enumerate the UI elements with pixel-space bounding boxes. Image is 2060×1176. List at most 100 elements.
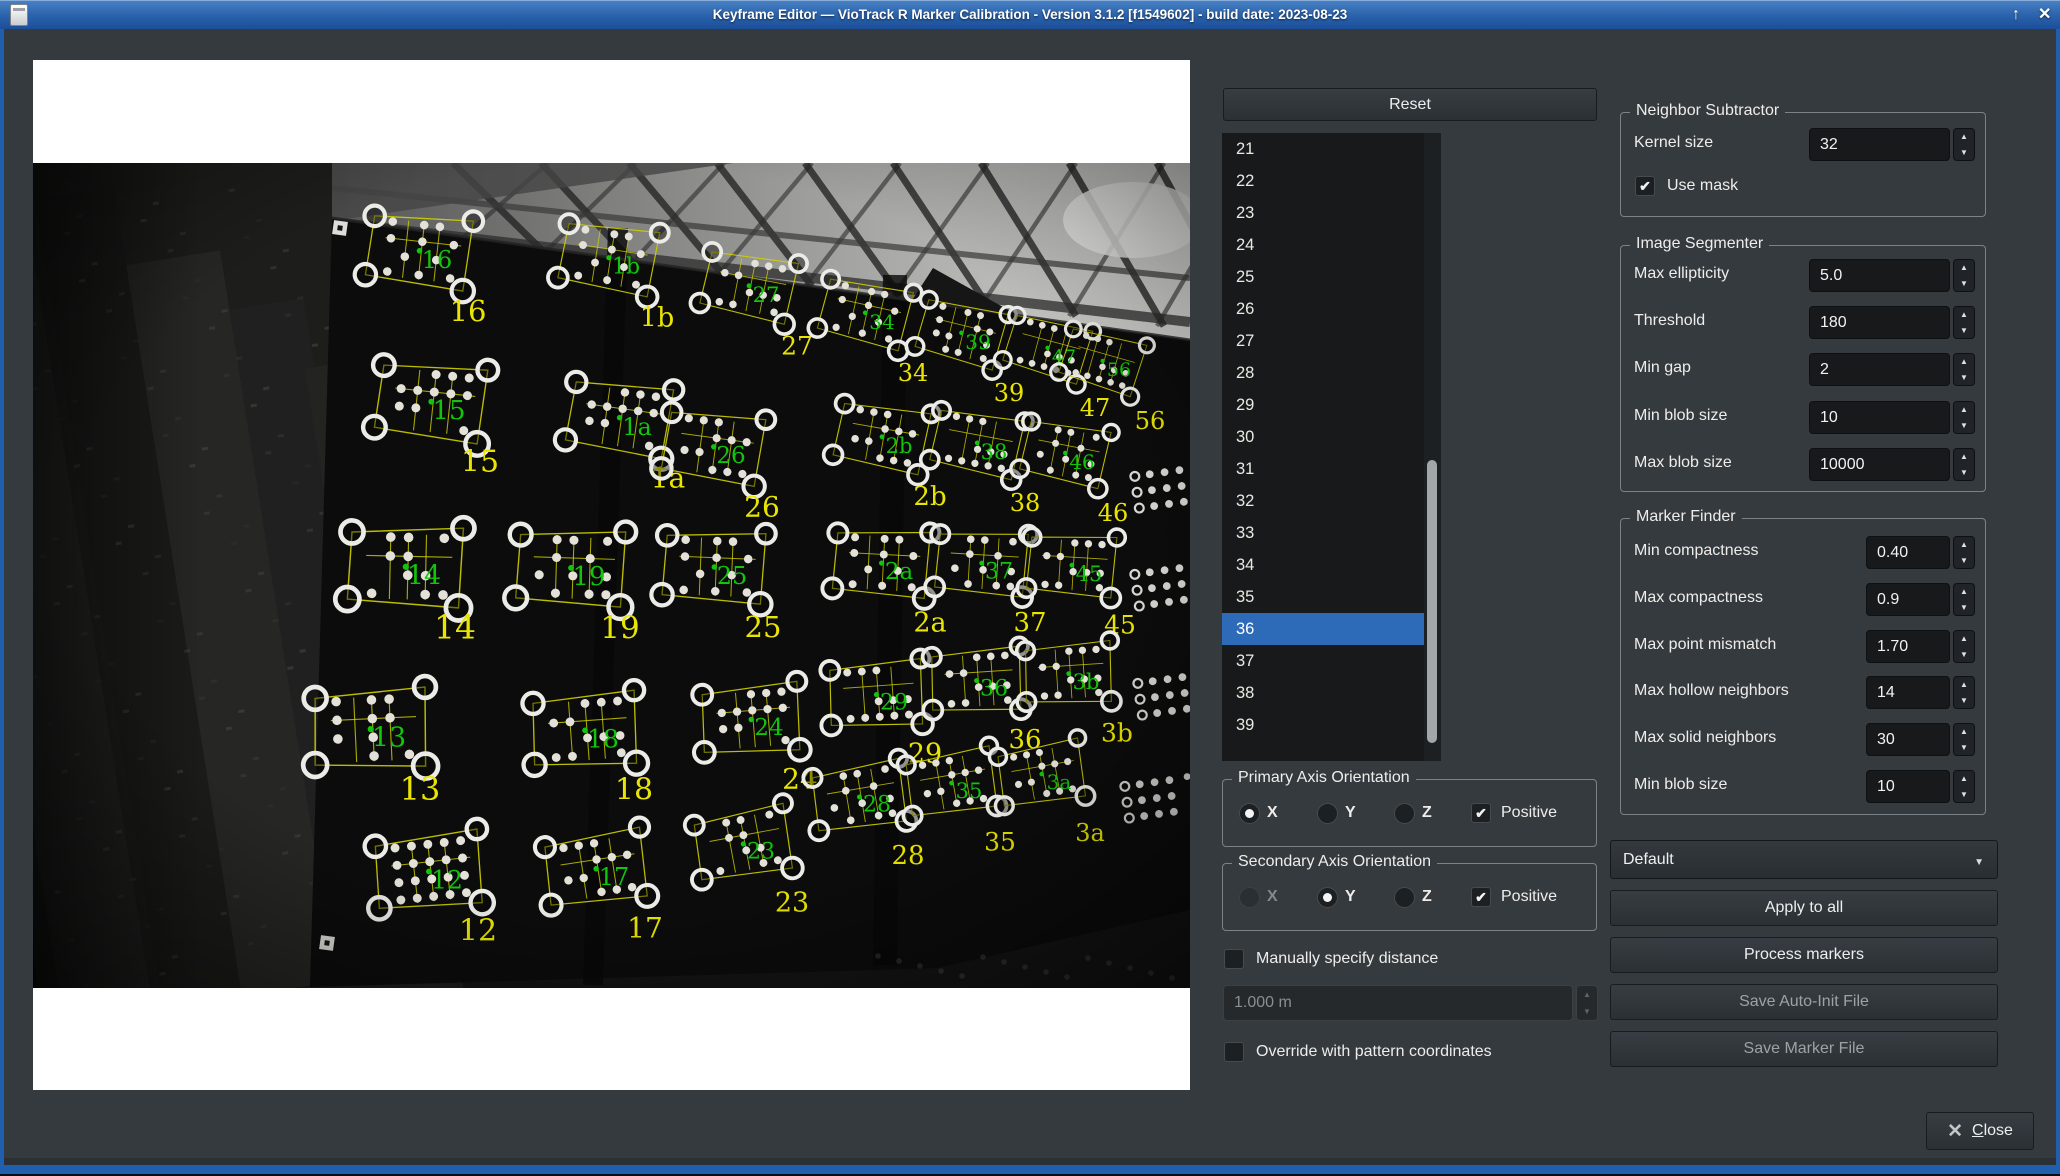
spin-down-button[interactable]: ▼: [1954, 465, 1974, 481]
spin-up-button[interactable]: ▲: [1954, 584, 1974, 600]
frame-list-item[interactable]: 37: [1222, 645, 1424, 677]
frame-list-item[interactable]: 31: [1222, 453, 1424, 485]
spin-up-button[interactable]: ▲: [1954, 771, 1974, 787]
spin-up-button[interactable]: ▲: [1954, 677, 1974, 693]
radio-secondary-y[interactable]: [1317, 887, 1338, 908]
manually-specify-distance-checkbox[interactable]: [1224, 949, 1244, 969]
radio-primary-y[interactable]: [1317, 803, 1338, 824]
frame-list-scrollbar[interactable]: [1424, 133, 1441, 761]
spin-buttons: ▲▼: [1953, 306, 1975, 339]
spin-down-button[interactable]: ▼: [1954, 740, 1974, 756]
value-spinbox[interactable]: 1.70▲▼: [1866, 630, 1975, 663]
value-spinbox[interactable]: 5.0▲▼: [1809, 259, 1975, 292]
frame-list-item[interactable]: 36: [1222, 613, 1424, 645]
radio-label-x: X: [1267, 804, 1278, 822]
apply-to-all-button[interactable]: Apply to all: [1610, 890, 1998, 926]
image-segmenter-title: Image Segmenter: [1630, 235, 1769, 253]
spin-down-button[interactable]: ▼: [1954, 418, 1974, 434]
value-spinbox[interactable]: 180▲▼: [1809, 306, 1975, 339]
shade-window-icon[interactable]: ↑: [2012, 0, 2020, 29]
use-mask-checkbox[interactable]: ✔: [1635, 176, 1655, 196]
value-spinbox[interactable]: 30▲▼: [1866, 723, 1975, 756]
spin-down-button[interactable]: ▼: [1954, 693, 1974, 709]
spin-up-button[interactable]: ▲: [1954, 307, 1974, 323]
spin-buttons: ▲▼: [1953, 583, 1975, 616]
titlebar[interactable]: Keyframe Editor — VioTrack R Marker Cali…: [0, 0, 2060, 29]
field-label: Min blob size: [1634, 407, 1727, 425]
value-spinbox[interactable]: 10▲▼: [1809, 401, 1975, 434]
radio-primary-z[interactable]: [1394, 803, 1415, 824]
frame-list-item[interactable]: 29: [1222, 389, 1424, 421]
camera-image-viewport[interactable]: 16161b1b2727343439394747565615151a1a2626…: [33, 60, 1190, 1090]
field-label: Min compactness: [1634, 542, 1759, 560]
frame-list-item[interactable]: 24: [1222, 229, 1424, 261]
value-spinbox[interactable]: 10▲▼: [1866, 770, 1975, 803]
spinbox-value: 1.70: [1866, 630, 1950, 663]
spin-down-button[interactable]: ▼: [1577, 1003, 1597, 1020]
reset-button[interactable]: Reset: [1223, 88, 1597, 121]
manually-specify-distance-label: Manually specify distance: [1256, 950, 1438, 968]
field-label: Max blob size: [1634, 454, 1732, 472]
spin-up-button[interactable]: ▲: [1954, 260, 1974, 276]
spin-up-button[interactable]: ▲: [1954, 354, 1974, 370]
spin-up-button[interactable]: ▲: [1954, 402, 1974, 418]
frame-list-item[interactable]: 23: [1222, 197, 1424, 229]
spin-down-button[interactable]: ▼: [1954, 323, 1974, 339]
frame-list[interactable]: 21222324252627282930313233343536373839: [1222, 133, 1441, 761]
field-label: Min gap: [1634, 359, 1691, 377]
spin-buttons: ▲▼: [1953, 630, 1975, 663]
frame-list-item[interactable]: 26: [1222, 293, 1424, 325]
frame-list-item[interactable]: 34: [1222, 549, 1424, 581]
value-spinbox[interactable]: 0.40▲▼: [1866, 536, 1975, 569]
close-window-icon[interactable]: ✕: [2038, 0, 2051, 29]
spin-down-button[interactable]: ▼: [1954, 600, 1974, 616]
scrollbar-thumb[interactable]: [1427, 460, 1437, 743]
frame-list-item[interactable]: 39: [1222, 709, 1424, 741]
frame-list-item[interactable]: 28: [1222, 357, 1424, 389]
save-auto-init-file-button[interactable]: Save Auto-Init File: [1610, 984, 1998, 1020]
override-pattern-coordinates-checkbox[interactable]: [1224, 1042, 1244, 1062]
secondary-positive-label: Positive: [1501, 888, 1557, 906]
frame-list-item[interactable]: 33: [1222, 517, 1424, 549]
neighbor-subtractor-title: Neighbor Subtractor: [1630, 102, 1785, 120]
spin-down-button[interactable]: ▼: [1954, 553, 1974, 569]
spin-down-button[interactable]: ▼: [1954, 276, 1974, 292]
frame-list-item[interactable]: 22: [1222, 165, 1424, 197]
radio-secondary-x[interactable]: [1239, 887, 1260, 908]
frame-list-item[interactable]: 27: [1222, 325, 1424, 357]
spin-buttons: ▲▼: [1953, 401, 1975, 434]
radio-primary-x[interactable]: [1239, 803, 1260, 824]
value-spinbox[interactable]: 32▲▼: [1809, 128, 1975, 161]
field-label: Max hollow neighbors: [1634, 682, 1789, 700]
frame-list-item[interactable]: 32: [1222, 485, 1424, 517]
frame-list-item[interactable]: 25: [1222, 261, 1424, 293]
radio-secondary-z[interactable]: [1394, 887, 1415, 908]
secondary-positive-checkbox[interactable]: ✔: [1471, 887, 1491, 907]
marker-finder-title: Marker Finder: [1630, 508, 1742, 526]
spin-down-button[interactable]: ▼: [1954, 647, 1974, 663]
spin-up-button[interactable]: ▲: [1954, 724, 1974, 740]
save-marker-file-button[interactable]: Save Marker File: [1610, 1031, 1998, 1067]
spin-up-button[interactable]: ▲: [1954, 631, 1974, 647]
value-spinbox[interactable]: 10000▲▼: [1809, 448, 1975, 481]
spin-up-button[interactable]: ▲: [1954, 449, 1974, 465]
frame-list-item[interactable]: 21: [1222, 133, 1424, 165]
value-spinbox[interactable]: 0.9▲▼: [1866, 583, 1975, 616]
preset-dropdown[interactable]: Default ▼: [1610, 840, 1998, 879]
frame-list-item[interactable]: 30: [1222, 421, 1424, 453]
spin-down-button[interactable]: ▼: [1954, 787, 1974, 803]
save-auto-init-file-label: Save Auto-Init File: [1739, 993, 1869, 1011]
process-markers-button[interactable]: Process markers: [1610, 937, 1998, 973]
close-button[interactable]: ✕ Close: [1926, 1112, 2034, 1150]
spin-up-button[interactable]: ▲: [1577, 986, 1597, 1003]
value-spinbox[interactable]: 14▲▼: [1866, 676, 1975, 709]
distance-spinbox[interactable]: 1.000 m ▲ ▼: [1223, 985, 1598, 1021]
frame-list-item[interactable]: 38: [1222, 677, 1424, 709]
primary-positive-checkbox[interactable]: ✔: [1471, 803, 1491, 823]
frame-list-item[interactable]: 35: [1222, 581, 1424, 613]
spin-up-button[interactable]: ▲: [1954, 129, 1974, 145]
spin-up-button[interactable]: ▲: [1954, 537, 1974, 553]
spin-down-button[interactable]: ▼: [1954, 145, 1974, 161]
spin-down-button[interactable]: ▼: [1954, 370, 1974, 386]
value-spinbox[interactable]: 2▲▼: [1809, 353, 1975, 386]
